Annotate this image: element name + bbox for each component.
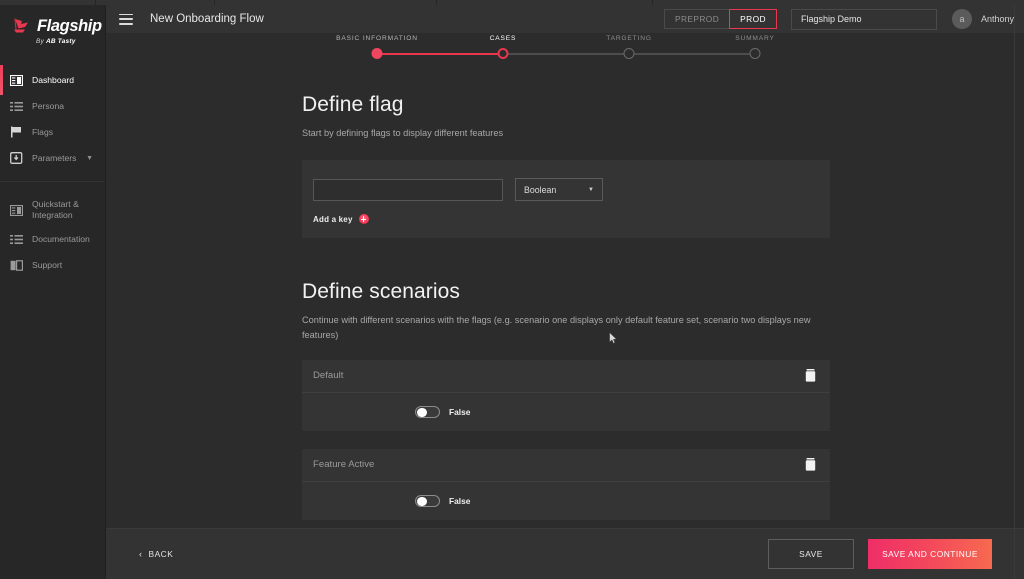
sidebar-item-label: Documentation: [32, 233, 90, 244]
scenario-header: Feature Active: [302, 449, 830, 482]
page-title: New Onboarding Flow: [150, 13, 264, 25]
toggle-knob: [417, 496, 427, 506]
scenario-name[interactable]: Feature Active: [313, 459, 374, 470]
step-dot-cases[interactable]: [497, 48, 509, 59]
sidebar-primary-nav: Dashboard Persona Flags Parameters ▼: [0, 65, 105, 171]
step-label-summary: SUMMARY: [735, 35, 775, 42]
add-a-key-label: Add a key: [313, 214, 353, 224]
sidebar-item-label: Dashboard: [32, 74, 75, 85]
flag-icon: [10, 126, 23, 139]
app-window: Flagship By AB Tasty Dashboard Persona F…: [0, 0, 1024, 579]
brand-logo[interactable]: Flagship By AB Tasty: [0, 5, 105, 57]
user-name[interactable]: Anthony: [981, 14, 1014, 24]
scenario-header: Default: [302, 360, 830, 393]
env-prod-button[interactable]: PROD: [729, 9, 777, 29]
sidebar-item-label: Quickstart & Integration: [32, 199, 79, 220]
sidebar-item-dashboard[interactable]: Dashboard: [0, 65, 105, 95]
avatar[interactable]: a: [951, 9, 972, 29]
scenario-toggle[interactable]: [415, 494, 440, 507]
topbar-right-cluster: PREPROD PROD Flagship Demo a Anthony: [663, 8, 1024, 30]
stepper-labels: BASIC INFORMATION CASES TARGETING SUMMAR…: [106, 33, 1024, 47]
back-button-label: BACK: [148, 549, 174, 559]
flagship-logo-icon: [12, 17, 32, 35]
toggle-knob: [417, 407, 427, 417]
support-icon: [10, 259, 23, 272]
scenario-toggle-value: False: [449, 495, 471, 506]
topbar: New Onboarding Flow PREPROD PROD Flagshi…: [106, 5, 1024, 33]
flag-type-value: Boolean: [524, 184, 557, 195]
save-button[interactable]: SAVE: [768, 539, 854, 569]
right-edge-rail: [1014, 5, 1015, 579]
step-connector-3: [629, 53, 755, 55]
sidebar-item-persona[interactable]: Persona: [0, 93, 105, 119]
quickstart-icon: [10, 204, 23, 217]
scenario-card: Default False: [302, 359, 830, 431]
organization-value: Flagship Demo: [800, 14, 862, 24]
sidebar-item-documentation[interactable]: Documentation: [0, 226, 105, 252]
list-icon: [10, 100, 23, 113]
step-label-cases: CASES: [489, 35, 517, 42]
sidebar-item-label: Support: [32, 259, 63, 270]
trash-icon[interactable]: [805, 458, 816, 471]
sidebar-item-label: Flags: [32, 126, 54, 137]
scenario-body: False: [302, 393, 830, 431]
hamburger-icon[interactable]: [119, 13, 133, 25]
brand-name: Flagship: [37, 16, 102, 35]
flag-key-input[interactable]: [313, 178, 503, 201]
scenario-card: Feature Active False: [302, 448, 830, 520]
step-dot-summary[interactable]: [749, 48, 761, 59]
main-content: Define flag Start by defining flags to d…: [106, 63, 1024, 528]
define-flag-title: Define flag: [302, 93, 404, 116]
plus-icon: [358, 214, 369, 225]
flag-definition-panel: Boolean ▼ Add a key: [302, 160, 830, 239]
chevron-left-icon: ‹: [139, 549, 143, 559]
step-dot-basic-information[interactable]: [371, 48, 383, 59]
documentation-icon: [10, 233, 23, 246]
brand-tagline-prefix: By: [36, 38, 46, 45]
add-a-key-button[interactable]: Add a key: [313, 214, 830, 225]
scenario-toggle-value: False: [449, 406, 471, 417]
wizard-stepper: BASIC INFORMATION CASES TARGETING SUMMAR…: [106, 33, 1024, 63]
sidebar-item-label: Parameters: [32, 152, 77, 163]
footer-actions: SAVE SAVE AND CONTINUE: [768, 539, 1024, 569]
trash-icon[interactable]: [805, 369, 816, 382]
sidebar-item-label: Persona: [32, 100, 65, 111]
save-and-continue-button[interactable]: SAVE AND CONTINUE: [868, 539, 992, 569]
sidebar-item-quickstart-integration[interactable]: Quickstart & Integration: [0, 194, 105, 226]
organization-select[interactable]: Flagship Demo: [790, 8, 937, 30]
sidebar-item-parameters[interactable]: Parameters ▼: [0, 145, 105, 171]
chevron-down-icon: ▼: [588, 186, 594, 193]
chevron-down-icon[interactable]: ▼: [86, 155, 93, 162]
env-preprod-button[interactable]: PREPROD: [663, 9, 731, 29]
define-scenarios-subtitle: Continue with different scenarios with t…: [302, 315, 811, 340]
sidebar: Flagship By AB Tasty Dashboard Persona F…: [0, 5, 106, 579]
step-connector-2: [503, 53, 629, 55]
scenario-name[interactable]: Default: [313, 370, 343, 381]
step-label-basic-information: BASIC INFORMATION: [336, 35, 418, 42]
step-dot-targeting[interactable]: [623, 48, 635, 59]
parameters-icon: [10, 152, 23, 165]
sidebar-divider: [0, 181, 105, 182]
brand-tagline: By AB Tasty: [36, 38, 105, 45]
sidebar-item-support[interactable]: Support: [0, 252, 105, 278]
step-label-targeting: TARGETING: [606, 35, 652, 42]
sidebar-secondary-nav: Quickstart & Integration Documentation S…: [0, 194, 105, 278]
flag-type-select[interactable]: Boolean ▼: [515, 178, 603, 202]
step-connector-1: [377, 53, 503, 55]
scenario-toggle[interactable]: [415, 405, 440, 418]
brand-tagline-brand: AB Tasty: [46, 38, 76, 45]
dashboard-icon: [10, 74, 23, 87]
back-button[interactable]: ‹ BACK: [139, 549, 173, 559]
define-flag-subtitle: Start by defining flags to display diffe…: [302, 128, 504, 138]
define-scenarios-title: Define scenarios: [302, 280, 461, 304]
environment-toggle: PREPROD PROD: [663, 9, 777, 29]
sidebar-item-flags[interactable]: Flags: [0, 119, 105, 145]
scenario-body: False: [302, 482, 830, 520]
flag-definition-row: Boolean ▼: [302, 178, 830, 202]
wizard-footer: ‹ BACK SAVE SAVE AND CONTINUE: [106, 528, 1024, 579]
